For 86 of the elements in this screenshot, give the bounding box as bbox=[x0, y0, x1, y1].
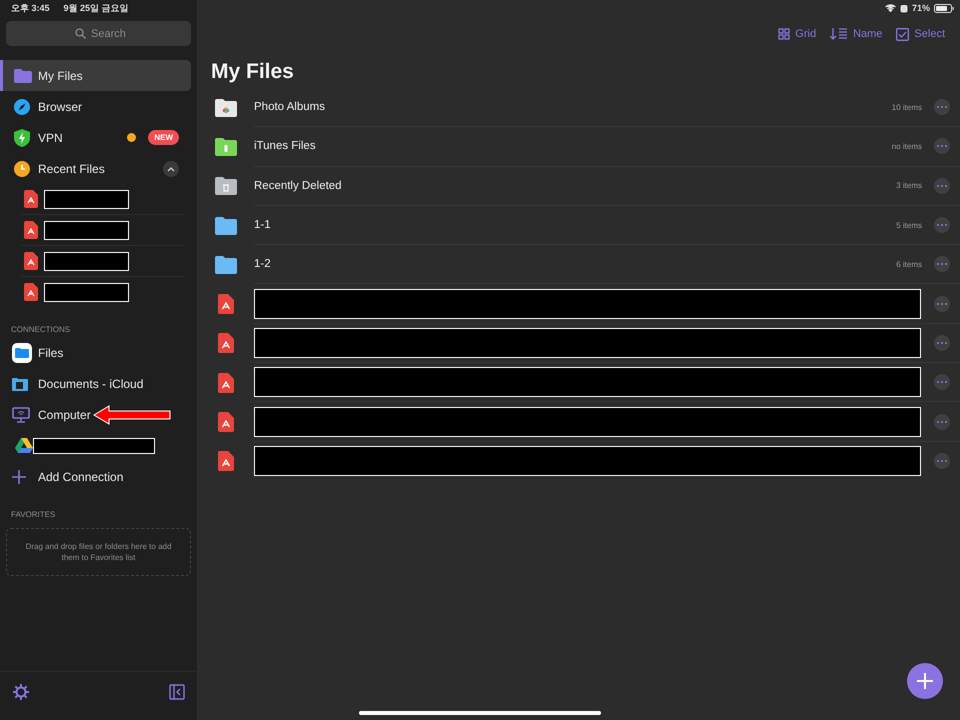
plus-icon bbox=[12, 470, 26, 484]
files-app-icon bbox=[12, 342, 32, 362]
more-button[interactable] bbox=[934, 138, 950, 154]
battery-icon bbox=[934, 4, 954, 12]
pdf-file-icon bbox=[218, 294, 234, 314]
sort-icon bbox=[830, 28, 848, 40]
more-button[interactable] bbox=[934, 256, 950, 272]
status-date: 9월 25일 금요일 bbox=[64, 2, 129, 15]
more-button[interactable] bbox=[934, 99, 950, 116]
search-field[interactable]: Search bbox=[6, 21, 191, 46]
ellipsis-icon bbox=[937, 224, 947, 226]
pdf-file-icon bbox=[24, 283, 38, 301]
monitor-icon bbox=[12, 406, 30, 422]
item-count: 3 items bbox=[896, 181, 922, 190]
trash-folder-icon bbox=[214, 177, 236, 196]
ellipsis-icon bbox=[937, 342, 947, 344]
more-button[interactable] bbox=[934, 453, 950, 470]
pdf-file-icon bbox=[218, 451, 234, 472]
usb-folder-icon bbox=[214, 138, 236, 156]
settings-button[interactable] bbox=[13, 684, 29, 700]
battery-percent: 71% bbox=[912, 3, 930, 13]
settings-icon bbox=[13, 684, 29, 700]
connection-item[interactable]: Documents - iCloud bbox=[0, 368, 197, 399]
ellipsis-icon bbox=[937, 145, 947, 148]
item-count: no items bbox=[892, 142, 922, 151]
pdf-file-icon bbox=[218, 333, 234, 354]
favorites-hint: Drag and drop files or folders here to add them to Favorites list bbox=[24, 541, 172, 563]
sidebar-item[interactable]: Browser bbox=[0, 91, 191, 122]
folder-icon bbox=[14, 68, 32, 82]
connection-item[interactable]: Computer bbox=[0, 399, 197, 430]
ellipsis-icon bbox=[937, 460, 947, 462]
pdf-file-icon bbox=[218, 372, 234, 393]
sidebar-icon bbox=[169, 684, 185, 700]
folder-row[interactable]: iTunes Files no items bbox=[197, 127, 960, 167]
folder-icon bbox=[214, 216, 236, 235]
ellipsis-icon bbox=[937, 106, 947, 108]
pdf-file-icon bbox=[24, 221, 38, 239]
more-button[interactable] bbox=[934, 374, 950, 390]
folder-row[interactable]: Recently Deleted 3 items bbox=[197, 166, 960, 206]
ellipsis-icon bbox=[937, 302, 947, 305]
item-count: 10 items bbox=[892, 102, 922, 112]
page-title: My Files bbox=[211, 60, 295, 85]
section-heading: CONNECTIONS bbox=[10, 324, 72, 336]
ellipsis-icon bbox=[937, 420, 947, 423]
ellipsis-icon bbox=[937, 263, 947, 266]
folder-row[interactable]: Photo Albums 10 items bbox=[197, 88, 960, 128]
new-badge: NEW bbox=[148, 130, 179, 145]
folder-icon bbox=[214, 256, 236, 274]
item-count: 6 items bbox=[896, 260, 922, 269]
folder-row[interactable]: 1-1 5 items bbox=[197, 206, 960, 246]
wifi-icon bbox=[884, 4, 896, 12]
pdf-file-icon bbox=[24, 252, 38, 270]
collapse-button[interactable] bbox=[163, 160, 179, 176]
photos-folder-icon bbox=[214, 98, 236, 117]
folder-row[interactable]: 1-2 6 items bbox=[197, 245, 960, 284]
connection-item[interactable]: Add Connection bbox=[0, 461, 197, 492]
checkbox-icon bbox=[896, 28, 910, 40]
more-button[interactable] bbox=[934, 414, 950, 430]
sort-button[interactable]: Name bbox=[830, 24, 882, 44]
ellipsis-icon bbox=[937, 381, 947, 384]
sidebar-item[interactable]: My Files bbox=[0, 60, 191, 91]
ellipsis-icon bbox=[937, 184, 947, 187]
pdf-file-icon bbox=[24, 190, 38, 208]
item-count: 5 items bbox=[896, 220, 922, 230]
more-button[interactable] bbox=[934, 178, 950, 194]
more-button[interactable] bbox=[934, 217, 950, 234]
more-button[interactable] bbox=[934, 296, 950, 312]
grid-icon bbox=[778, 28, 790, 40]
shield-icon bbox=[14, 128, 30, 146]
more-button[interactable] bbox=[934, 334, 950, 351]
pdf-file-icon bbox=[218, 412, 234, 432]
plus-icon bbox=[917, 673, 933, 689]
add-button[interactable] bbox=[907, 663, 943, 699]
sidebar-item[interactable]: VPN NEW bbox=[0, 122, 191, 153]
chevron-icon bbox=[167, 166, 175, 172]
compass-icon bbox=[14, 98, 30, 114]
select-button[interactable]: Select bbox=[896, 24, 945, 44]
clock-icon bbox=[14, 160, 30, 176]
grid-button[interactable]: Grid bbox=[778, 24, 816, 44]
triangle-logo-icon bbox=[15, 438, 33, 454]
collapse-sidebar-button[interactable] bbox=[169, 684, 185, 700]
connection-item[interactable]: Files bbox=[0, 337, 197, 368]
sidebar-item[interactable]: Recent Files bbox=[0, 153, 191, 184]
status-time: 오후 3:45 bbox=[11, 2, 50, 15]
document-folder-icon bbox=[12, 376, 28, 392]
section-heading: FAVORITES bbox=[10, 508, 56, 520]
